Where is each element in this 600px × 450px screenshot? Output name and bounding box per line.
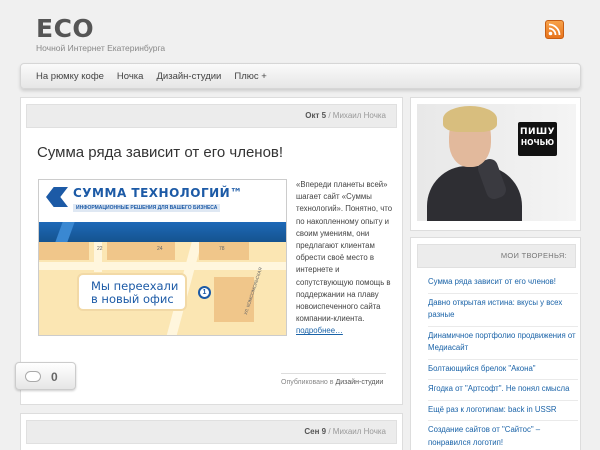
image-blue-band xyxy=(39,222,286,242)
nav-item-coffee[interactable]: На рюмку кофе xyxy=(36,71,104,82)
post-image[interactable]: СУММА ТЕХНОЛОГИЙ™ ИНФОРМАЦИОННЫЕ РЕШЕНИЯ… xyxy=(38,179,287,336)
published-prefix: Опубликовано в xyxy=(281,379,336,386)
map-label-78: 78 xyxy=(219,246,225,252)
author-photo[interactable]: ПИШУ НОЧЬЮ xyxy=(417,104,576,221)
post-card-2: Сен 9 / Михаил Ночка xyxy=(20,413,403,450)
summa-logo-icon xyxy=(46,187,68,207)
callout-line2: в новый офис xyxy=(91,292,174,306)
comment-bubble-icon xyxy=(25,371,41,382)
post-excerpt-text: «Впереди планеты всей» шагает сайт «Сумм… xyxy=(296,180,393,324)
works-list: Сумма ряда зависит от его членов! Давно … xyxy=(428,276,578,450)
nav-item-plus[interactable]: Плюс + xyxy=(234,71,266,82)
list-item[interactable]: Сумма ряда зависит от его членов! xyxy=(428,276,578,294)
sidebar-banner: ПИШУ НОЧЬЮ xyxy=(410,97,581,231)
post-author[interactable]: Михаил Ночка xyxy=(333,111,386,120)
list-item[interactable]: Ягодка от "Артсофт". Не понял смысла xyxy=(428,383,578,401)
rss-icon[interactable] xyxy=(545,20,564,39)
list-item[interactable]: Динамичное портфолио продвижения от Меди… xyxy=(428,330,578,360)
post-date: Окт 5 xyxy=(305,111,327,120)
post-title[interactable]: Сумма ряда зависит от его членов! xyxy=(37,144,283,161)
meta-separator: / xyxy=(326,111,333,120)
post-card: Окт 5 / Михаил Ночка Сумма ряда зависит … xyxy=(20,97,403,405)
post-meta: Окт 5 / Михаил Ночка xyxy=(26,104,397,128)
list-item[interactable]: Болтающийся брелок "Акона" xyxy=(428,363,578,380)
post-meta-2: Сен 9 / Михаил Ночка xyxy=(26,420,397,444)
map-label-24: 24 xyxy=(157,246,163,252)
widget-title: МОИ ТВОРЕНЬЯ: xyxy=(417,244,576,268)
meta-separator-2: / xyxy=(326,427,333,436)
category-link[interactable]: Дизайн-студии xyxy=(335,379,383,386)
map-pin-icon: 1 xyxy=(198,286,211,299)
image-logo-text: СУММА ТЕХНОЛОГИЙ™ xyxy=(73,186,243,200)
comment-count: 0 xyxy=(51,370,58,384)
list-item[interactable]: Создание сайтов от "Сайтос" – понравился… xyxy=(428,424,578,450)
map-label-22: 22 xyxy=(97,246,103,252)
comments-button[interactable]: 0 xyxy=(15,362,76,390)
sign-bottom-text: НОЧЬЮ xyxy=(520,138,555,147)
sign-top-text: ПИШУ xyxy=(519,127,556,137)
read-more-link[interactable]: подробнее… xyxy=(296,325,343,337)
site-title[interactable]: ECO xyxy=(36,14,94,43)
write-at-night-sign: ПИШУ НОЧЬЮ xyxy=(518,122,557,156)
nav-item-design-studios[interactable]: Дизайн-студии xyxy=(156,71,221,82)
post-author-2[interactable]: Михаил Ночка xyxy=(333,427,386,436)
published-divider xyxy=(281,373,386,374)
image-logo-band: СУММА ТЕХНОЛОГИЙ™ ИНФОРМАЦИОННЫЕ РЕШЕНИЯ… xyxy=(39,180,286,220)
published-info: Опубликовано в Дизайн-студии xyxy=(281,379,383,386)
main-nav: На рюмку кофе Ночка Дизайн-студии Плюс + xyxy=(20,63,581,89)
image-logo-subtitle: ИНФОРМАЦИОННЫЕ РЕШЕНИЯ ДЛЯ ВАШЕГО БИЗНЕС… xyxy=(73,204,221,212)
site-description: Ночной Интернет Екатеринбурга xyxy=(36,43,166,53)
post-excerpt: «Впереди планеты всей» шагает сайт «Сумм… xyxy=(296,179,394,338)
list-item[interactable]: Давно открытая истина: вкусы у всех разн… xyxy=(428,297,578,327)
image-callout: Мы переехали в новый офис xyxy=(77,273,187,311)
nav-item-nochka[interactable]: Ночка xyxy=(117,71,144,82)
works-widget: МОИ ТВОРЕНЬЯ: Сумма ряда зависит от его … xyxy=(410,237,581,450)
callout-line1: Мы переехали xyxy=(91,279,179,293)
list-item[interactable]: Ещё раз к логотипам: back in USSR xyxy=(428,404,578,421)
image-map: 22 24 78 УЛ. КОМСОМОЛЬСКАЯ Мы переехали в… xyxy=(39,242,286,335)
post-date-2: Сен 9 xyxy=(304,427,327,436)
